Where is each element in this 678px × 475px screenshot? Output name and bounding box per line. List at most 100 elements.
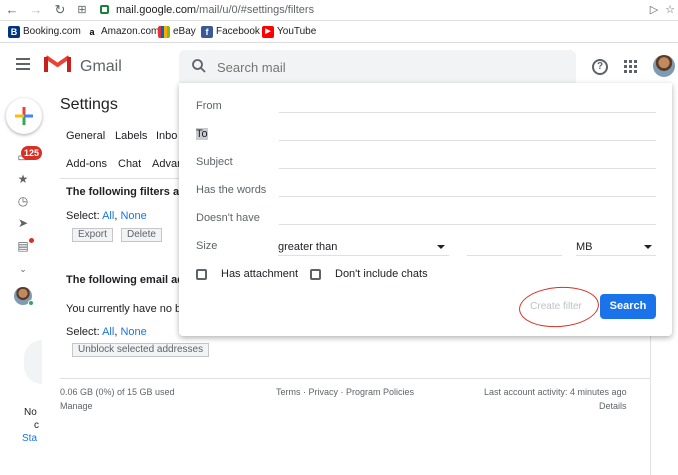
tab-general[interactable]: General: [66, 130, 105, 142]
to-label: To: [196, 128, 208, 140]
select-none-link[interactable]: None: [120, 210, 146, 222]
has-words-label: Has the words: [196, 184, 267, 196]
doesnt-have-input[interactable]: [279, 224, 656, 225]
more-chevron-down-icon[interactable]: ⌄: [16, 262, 30, 276]
search-button[interactable]: Search: [600, 294, 656, 319]
has-words-input[interactable]: [279, 196, 656, 197]
doesnt-have-label: Doesn't have: [196, 212, 260, 224]
subject-input[interactable]: [279, 168, 656, 169]
apps-grid-icon[interactable]: [624, 60, 638, 74]
size-unit-select[interactable]: MB: [576, 238, 656, 256]
tab-chat[interactable]: Chat: [118, 158, 141, 170]
snoozed-clock-icon[interactable]: ◷: [16, 194, 30, 208]
bookmarks-bar: B Booking.com a Amazon.com eBay f Facebo…: [0, 21, 678, 43]
youtube-icon: ▶: [262, 26, 274, 38]
amazon-icon: a: [86, 26, 98, 38]
select-all-link[interactable]: All: [102, 326, 114, 338]
from-input[interactable]: [279, 112, 656, 113]
select-label: Select:: [66, 326, 100, 338]
from-label: From: [196, 100, 222, 112]
hangouts-placeholder-image: [24, 340, 42, 384]
sent-icon[interactable]: ➤: [16, 216, 30, 230]
bookmark-youtube[interactable]: ▶ YouTube: [262, 24, 316, 40]
tabs-grid-icon[interactable]: ⊞: [74, 2, 90, 18]
footer-links[interactable]: Terms · Privacy · Program Policies: [276, 387, 414, 397]
back-icon[interactable]: ←: [4, 2, 20, 18]
gmail-logo-icon: [44, 55, 71, 72]
bookmark-label: YouTube: [277, 26, 317, 37]
select-row-2: Select: All, None: [66, 326, 147, 338]
drafts-icon[interactable]: ▤: [16, 239, 30, 253]
details-link[interactable]: Details: [599, 401, 627, 411]
size-label: Size: [196, 240, 218, 252]
select-all-link[interactable]: All: [102, 210, 114, 222]
select-label: Select:: [66, 210, 100, 222]
app-name: Gmail: [80, 58, 122, 75]
online-status-dot: [28, 300, 34, 306]
bookmark-amazon[interactable]: a Amazon.com: [86, 24, 159, 40]
bookmark-label: Amazon.com: [101, 26, 160, 37]
page-title: Settings: [60, 96, 118, 113]
forward-icon[interactable]: →: [28, 2, 44, 18]
bookmark-label: Booking.com: [23, 26, 81, 37]
bookmark-booking[interactable]: B Booking.com: [8, 24, 81, 40]
hangouts-text-line: No: [24, 407, 37, 418]
last-activity: Last account activity: 4 minutes ago: [484, 387, 627, 397]
dont-include-chats-label: Don't include chats: [335, 268, 428, 280]
help-icon[interactable]: ?: [592, 59, 608, 75]
account-avatar[interactable]: [653, 55, 675, 77]
select-row: Select: All, None: [66, 210, 147, 222]
compose-plus-icon: [15, 107, 33, 125]
hangouts-empty-text: No c Sta: [22, 406, 39, 445]
manage-storage-link[interactable]: Manage: [60, 401, 93, 411]
annotation-circle: [517, 284, 601, 330]
bookmark-label: eBay: [173, 26, 196, 37]
unblock-button[interactable]: Unblock selected addresses: [72, 343, 210, 357]
blocked-heading: The following email addr: [66, 274, 195, 286]
footer-divider: [60, 378, 650, 379]
lock-icon: [100, 5, 109, 14]
start-chat-link[interactable]: Sta: [22, 432, 39, 445]
drafts-dot: [29, 238, 34, 243]
size-unit-value: MB: [576, 241, 593, 253]
address-bar[interactable]: mail.google.com/mail/u/0/#settings/filte…: [98, 1, 668, 19]
url-path: /mail/u/0/#settings/filters: [196, 4, 315, 16]
search-icon[interactable]: [191, 58, 207, 74]
search-bar[interactable]: [179, 50, 576, 83]
filter-search-dialog: From To Subject Has the words Doesn't ha…: [179, 83, 672, 336]
booking-icon: B: [8, 26, 20, 38]
delete-button[interactable]: Delete: [121, 228, 162, 242]
storage-usage: 0.06 GB (0%) of 15 GB used: [60, 387, 175, 397]
bookmark-facebook[interactable]: f Facebook: [201, 24, 260, 40]
size-operator-value: greater than: [278, 241, 338, 253]
starred-icon[interactable]: ★: [16, 172, 30, 186]
tab-labels[interactable]: Labels: [115, 130, 147, 142]
tab-addons[interactable]: Add-ons: [66, 158, 107, 170]
dropdown-caret-icon: [644, 245, 652, 249]
size-value-input[interactable]: [467, 238, 562, 256]
hangouts-text-line: c: [34, 420, 39, 431]
url-host: mail.google.com: [116, 4, 197, 16]
has-attachment-label: Has attachment: [221, 268, 299, 280]
ebay-icon: [158, 26, 170, 38]
bookmark-star-icon[interactable]: ☆: [662, 2, 678, 18]
dont-include-chats-checkbox[interactable]: [310, 269, 321, 280]
tab-inbox[interactable]: Inbo: [156, 130, 177, 142]
bookmark-ebay[interactable]: eBay: [158, 24, 196, 40]
send-page-icon[interactable]: ▷: [646, 2, 662, 18]
reload-icon[interactable]: ↻: [52, 2, 68, 18]
browser-toolbar: ← → ↻ ⊞ mail.google.com/mail/u/0/#settin…: [0, 0, 678, 21]
size-operator-select[interactable]: greater than: [278, 238, 449, 256]
search-input[interactable]: [217, 57, 557, 77]
select-none-link[interactable]: None: [120, 326, 146, 338]
facebook-icon: f: [201, 26, 213, 38]
to-input[interactable]: [279, 140, 656, 141]
blocked-empty-text: You currently have no blo: [66, 303, 190, 315]
compose-button[interactable]: [6, 98, 42, 134]
bookmark-label: Facebook: [216, 26, 260, 37]
export-button[interactable]: Export: [72, 228, 113, 242]
dropdown-caret-icon: [437, 245, 445, 249]
unread-count-badge: 125: [21, 146, 43, 160]
main-menu-icon[interactable]: [16, 58, 30, 70]
has-attachment-checkbox[interactable]: [196, 269, 207, 280]
